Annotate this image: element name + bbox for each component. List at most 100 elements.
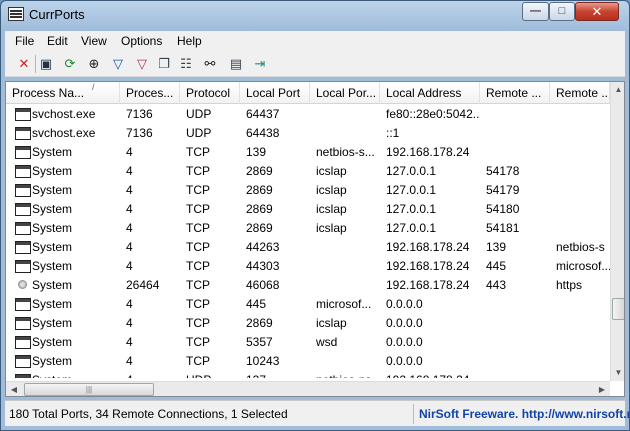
table-cell: microsof...: [316, 297, 372, 311]
table-row[interactable]: System 26464 TCP 46068 192.168.178.24 443 http…: [6, 276, 610, 295]
table-cell: 127.0.0.1: [386, 164, 437, 178]
table-cell: 2869: [246, 316, 273, 330]
table-row[interactable]: System 4 TCP 44303 192.168.178.24 445 microsof…: [6, 257, 610, 276]
table-cell: System: [32, 164, 73, 178]
table-cell: TCP: [186, 145, 210, 159]
vertical-scroll-thumb[interactable]: [612, 298, 624, 320]
table-cell: icslap: [316, 183, 347, 197]
table-cell: [316, 352, 380, 371]
table-row[interactable]: svchost.exe 7136 UDP 64438::1: [6, 124, 610, 143]
target-icon[interactable]: ⊕: [85, 55, 103, 73]
table-row[interactable]: System 4 TCP 10243 0.0.0.0: [6, 352, 610, 371]
app-icon: [8, 7, 24, 21]
table-cell: UDP: [186, 107, 212, 121]
process-window-icon: [15, 108, 31, 121]
table-row[interactable]: System 4 TCP 2869 icslap 127.0.0.1 54180: [6, 200, 610, 219]
table-cell: 0.0.0.0: [386, 354, 423, 368]
properties-icon[interactable]: ☷: [177, 55, 195, 73]
filter-icon[interactable]: ▽: [109, 55, 127, 73]
table-row[interactable]: System4 UDP 137 netbios-ns 192.168.178.24: [6, 371, 610, 378]
table-row[interactable]: System 4 TCP 2869 icslap 0.0.0.0: [6, 314, 610, 333]
save-icon[interactable]: ▣: [37, 55, 55, 73]
column-header[interactable]: Remote ...: [550, 82, 610, 104]
scroll-up-icon[interactable]: ▲: [611, 82, 624, 98]
minimize-button[interactable]: —: [522, 2, 549, 21]
report-icon[interactable]: ▤: [227, 55, 245, 73]
table-cell: 2869: [246, 164, 273, 178]
table-cell: [316, 105, 380, 124]
delete-icon[interactable]: ✕: [15, 55, 33, 73]
find-icon[interactable]: ⚯: [201, 55, 219, 73]
filter-remote-icon[interactable]: ▽: [133, 55, 151, 73]
table-cell: 139: [246, 145, 267, 159]
table-cell: UDP: [186, 371, 240, 378]
scroll-left-icon[interactable]: ◀: [6, 382, 22, 396]
menu-help[interactable]: Help: [177, 34, 202, 48]
column-header[interactable]: Proces...: [120, 82, 180, 104]
column-header[interactable]: Local Por...: [310, 82, 380, 104]
table-cell: 0.0.0.0: [386, 297, 423, 311]
table-cell: 2869: [246, 202, 273, 216]
menu-options[interactable]: Options: [121, 34, 162, 48]
column-header[interactable]: Local Address: [380, 82, 480, 104]
table-cell: UDP: [186, 126, 212, 140]
menu-view[interactable]: View: [81, 34, 107, 48]
table-cell: 192.168.178.24: [386, 371, 480, 378]
table-cell: 4: [126, 371, 180, 378]
column-header[interactable]: Process Na...: [6, 82, 120, 104]
table-cell: [556, 219, 610, 238]
table-cell: TCP: [186, 278, 210, 292]
menu-edit[interactable]: Edit: [47, 34, 68, 48]
table-row[interactable]: System 4 TCP 5357 wsd 0.0.0.0: [6, 333, 610, 352]
table-cell: [556, 333, 610, 352]
column-header[interactable]: Local Port: [240, 82, 310, 104]
table-row[interactable]: System 4 TCP 2869 icslap 127.0.0.1 54179: [6, 181, 610, 200]
table-cell: 46068: [246, 278, 280, 292]
copy-icon[interactable]: ❐: [155, 55, 173, 73]
vertical-scrollbar[interactable]: ▲ ▼: [610, 82, 624, 381]
table-cell: netbios-s: [556, 240, 605, 254]
menu-file[interactable]: File: [15, 34, 34, 48]
title-bar[interactable]: CurrPorts — □ ✕: [1, 1, 629, 29]
table-cell: icslap: [316, 164, 347, 178]
table-cell: System: [32, 371, 140, 378]
table-cell: [486, 143, 550, 162]
table-cell: fe80::28e0:5042...: [386, 107, 480, 121]
table-cell: 54180: [486, 202, 520, 216]
table-cell: 7136: [126, 107, 153, 121]
column-header[interactable]: Protocol: [180, 82, 240, 104]
table-cell: [316, 257, 380, 276]
process-window-icon: [15, 146, 31, 159]
table-cell: [556, 371, 610, 378]
table-cell: 192.168.178.24: [386, 259, 470, 273]
close-button[interactable]: ✕: [575, 2, 619, 21]
horizontal-scrollbar[interactable]: ◀ ||| ▶: [6, 381, 610, 396]
column-header[interactable]: Remote ...: [480, 82, 550, 104]
table-row[interactable]: System 4 TCP 139 netbios-s... 192.168.178.24: [6, 143, 610, 162]
sort-arrow-icon: /: [92, 82, 95, 92]
nirsoft-link[interactable]: NirSoft Freeware. http://www.nirsoft.net: [419, 407, 629, 421]
table-cell: 4: [126, 259, 133, 273]
table-cell: 64437: [246, 107, 280, 121]
table-cell: [486, 371, 550, 378]
table-row[interactable]: svchost.exe 7136 UDP 64437 fe80::28e0:5042..…: [6, 105, 610, 124]
table-row[interactable]: System 4 TCP 445 microsof... 0.0.0.0: [6, 295, 610, 314]
table-row[interactable]: System 4 TCP 2869 icslap 127.0.0.1 54181: [6, 219, 610, 238]
table-row[interactable]: System 4 TCP 44263 192.168.178.24 139 netbios-…: [6, 238, 610, 257]
status-bar: 180 Total Ports, 34 Remote Connections, …: [5, 400, 629, 426]
scroll-down-icon[interactable]: ▼: [611, 365, 624, 381]
table-cell: System: [32, 145, 73, 159]
table-cell: [556, 295, 610, 314]
table-cell: 64438: [246, 126, 280, 140]
table-cell: microsof...: [556, 259, 610, 273]
table-cell: 44263: [246, 240, 280, 254]
table-cell: [556, 200, 610, 219]
ports-list[interactable]: Process Na... Proces... Protocol Local Port…: [5, 81, 625, 397]
list-header: Process Na... Proces... Protocol Local Port…: [6, 82, 610, 104]
refresh-icon[interactable]: ⟳: [61, 55, 79, 73]
table-row[interactable]: System 4 TCP 2869 icslap 127.0.0.1 54178: [6, 162, 610, 181]
horizontal-scroll-thumb[interactable]: |||: [24, 383, 154, 396]
maximize-button[interactable]: □: [549, 2, 575, 21]
scroll-right-icon[interactable]: ▶: [594, 382, 610, 396]
exit-icon[interactable]: ⇥: [251, 55, 269, 73]
